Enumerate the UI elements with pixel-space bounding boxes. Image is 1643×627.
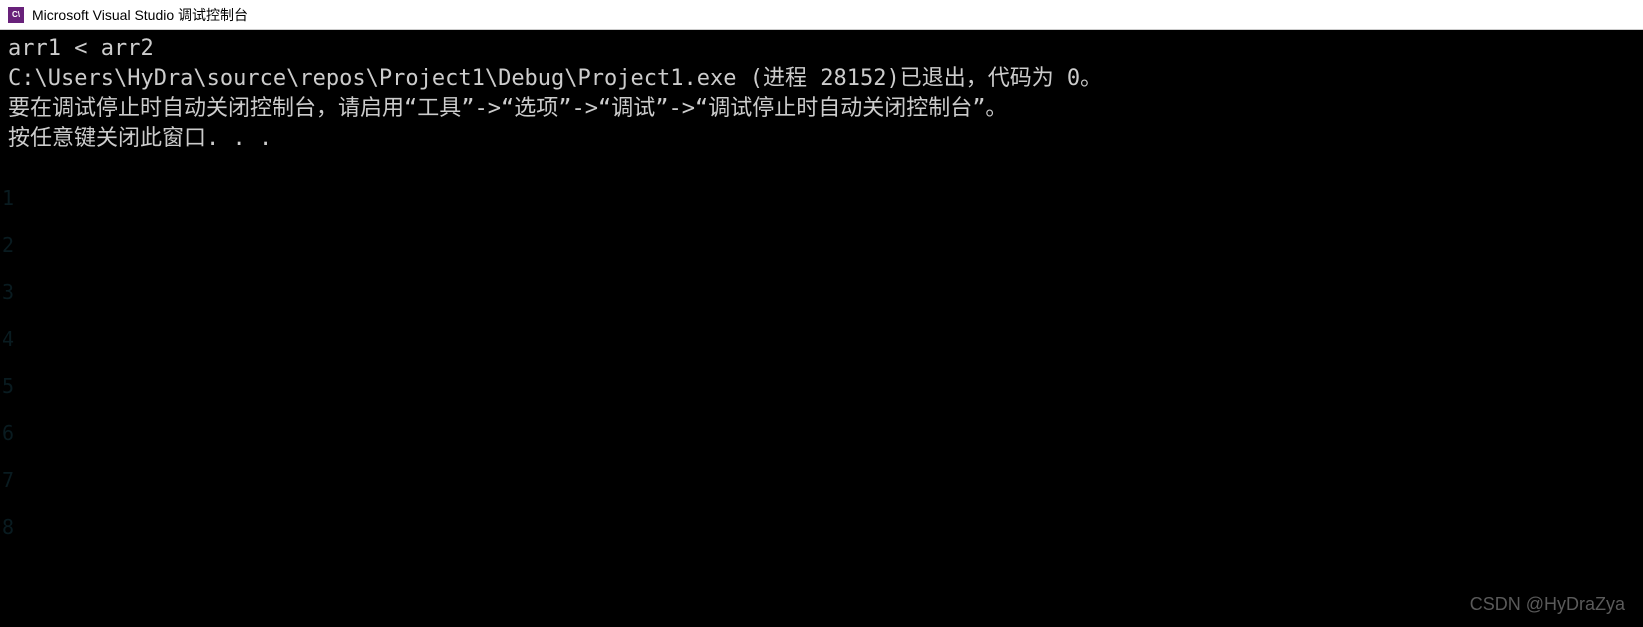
watermark: CSDN @HyDraZya: [1470, 594, 1625, 615]
line-number: 4: [0, 316, 14, 363]
window-title: Microsoft Visual Studio 调试控制台: [32, 5, 248, 25]
line-number: 7: [0, 457, 14, 504]
vs-app-icon: C\: [8, 7, 24, 23]
line-number: 5: [0, 363, 14, 410]
console-area[interactable]: arr1 < arr2 C:\Users\HyDra\source\repos\…: [0, 30, 1643, 627]
line-number: 6: [0, 410, 14, 457]
console-output-line: C:\Users\HyDra\source\repos\Project1\Deb…: [0, 64, 1643, 94]
line-number: 8: [0, 504, 14, 551]
background-line-numbers: 1 2 3 4 5 6 7 8: [0, 175, 14, 551]
line-number: 3: [0, 269, 14, 316]
console-output-line: 要在调试停止时自动关闭控制台，请启用“工具”->“选项”->“调试”->“调试停…: [0, 94, 1643, 124]
console-output-line: arr1 < arr2: [0, 34, 1643, 64]
console-output-line: 按任意键关闭此窗口. . .: [0, 124, 1643, 154]
line-number: 1: [0, 175, 14, 222]
line-number: 2: [0, 222, 14, 269]
title-bar[interactable]: C\ Microsoft Visual Studio 调试控制台: [0, 0, 1643, 30]
vs-icon-text: C\: [12, 10, 20, 19]
